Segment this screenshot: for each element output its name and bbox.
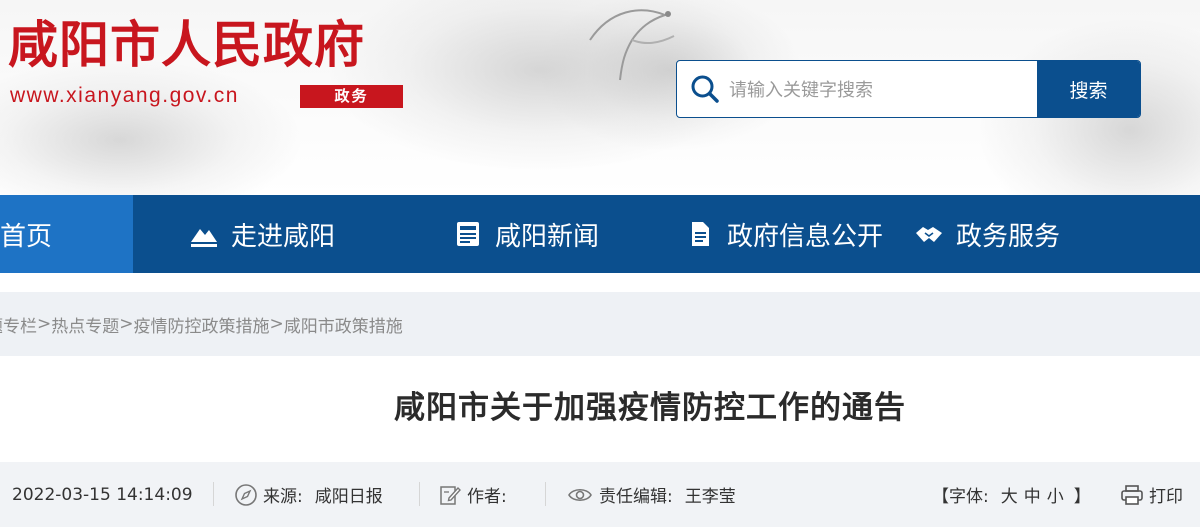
article-title: 咸阳市关于加强疫情防控工作的通告 (394, 390, 906, 426)
breadcrumb-separator: > (119, 314, 134, 334)
font-size-medium-button[interactable]: 中 (1024, 482, 1041, 507)
font-size-small-button[interactable]: 小 (1047, 482, 1064, 507)
compass-icon (235, 483, 257, 506)
editor-label: 责任编辑: (599, 487, 673, 507)
site-header: 咸阳市人民政府 www.xianyang.gov.cn 政务 搜索 (0, 0, 1200, 195)
print-label: 打印 (1149, 487, 1183, 507)
breadcrumb-separator: > (269, 314, 284, 334)
mountain-icon (191, 229, 217, 247)
source-label: 来源: (263, 487, 303, 507)
search-icon (691, 75, 719, 103)
divider (545, 482, 546, 506)
source-value: 咸阳日报 (314, 487, 383, 507)
nav-item-label: 咸阳新闻 (495, 221, 600, 252)
nav-item-news[interactable]: 咸阳新闻 (395, 195, 633, 273)
print-button[interactable]: 打印 (1120, 462, 1183, 527)
breadcrumb-item[interactable]: 咸阳市政策措施 (284, 312, 403, 337)
nav-item-label: 政府信息公开 (727, 221, 884, 252)
site-url: www.xianyang.gov.cn (10, 84, 239, 107)
divider (213, 482, 214, 506)
font-size-bracket: 】 (1073, 487, 1091, 507)
editor-value: 王李莹 (684, 487, 736, 507)
divider (419, 482, 420, 506)
newspaper-icon (457, 222, 479, 246)
article-meta-bar: 2022-03-15 14:14:09 来源: 咸阳日报 作者: 责任编辑: 王… (0, 462, 1200, 527)
search-box: 搜索 (676, 60, 1141, 118)
nav-item-label: 政务服务 (956, 221, 1061, 252)
breadcrumb: 题专栏 > 热点专题 > 疫情防控政策措施 > 咸阳市政策措施 (0, 292, 1200, 356)
nav-item-home[interactable]: 首页 (0, 195, 133, 273)
crane-icon (589, 9, 675, 81)
meta-author: 作者: (438, 462, 519, 527)
font-size-control: 【字体: 大 中 小 】 (932, 462, 1091, 527)
site-badge: 政务 (300, 85, 403, 108)
edit-icon (440, 485, 461, 505)
site-title[interactable]: 咸阳市人民政府 (8, 10, 365, 80)
breadcrumb-item[interactable]: 热点专题 (51, 312, 119, 337)
font-size-large-button[interactable]: 大 (1001, 482, 1018, 507)
meta-source: 来源: 咸阳日报 (234, 462, 383, 527)
search-button[interactable]: 搜索 (1037, 61, 1140, 117)
search-input[interactable] (727, 61, 1036, 117)
nav-item-gov-info[interactable]: 政府信息公开 (633, 195, 911, 273)
breadcrumb-item[interactable]: 题专栏 (0, 312, 37, 337)
breadcrumb-separator: > (37, 314, 52, 334)
font-size-label: 【字体: (932, 487, 989, 507)
breadcrumb-item[interactable]: 疫情防控政策措施 (134, 312, 270, 337)
nav-item-about-xianyang[interactable]: 走进咸阳 (133, 195, 395, 273)
eye-icon (568, 488, 592, 501)
nav-item-label: 走进咸阳 (231, 221, 336, 252)
nav-item-label: 首页 (0, 221, 53, 252)
meta-editor: 责任编辑: 王李莹 (566, 462, 736, 527)
document-icon (692, 222, 709, 246)
ink-wash-decoration (0, 60, 300, 195)
printer-icon (1121, 484, 1143, 505)
author-label: 作者: (467, 487, 507, 507)
publish-datetime: 2022-03-15 14:14:09 (12, 484, 193, 505)
handshake-icon (916, 227, 942, 242)
main-nav: 首页 走进咸阳 咸阳新闻 政府信息公开 政务服务 (0, 195, 1200, 273)
nav-item-services[interactable]: 政务服务 (911, 195, 1200, 273)
